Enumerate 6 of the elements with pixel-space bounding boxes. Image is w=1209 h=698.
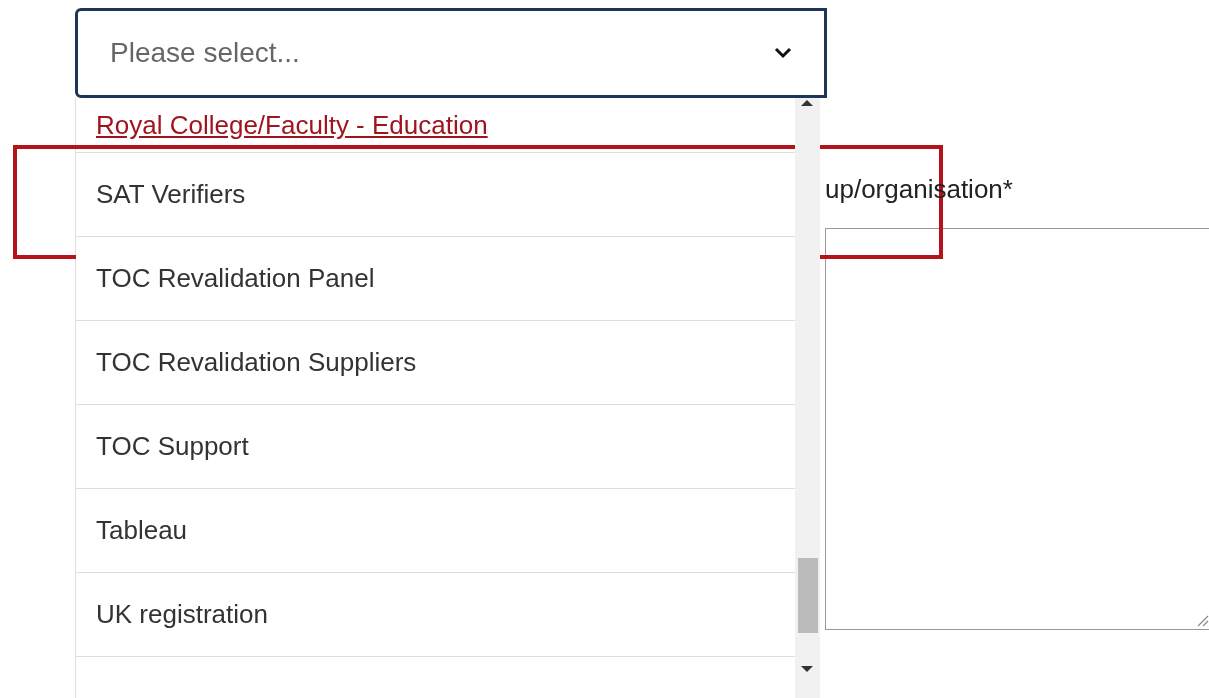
resize-handle-icon (1195, 613, 1209, 627)
text-area[interactable] (825, 228, 1209, 630)
chevron-down-icon (774, 47, 792, 59)
select-field[interactable]: Please select... (75, 8, 827, 98)
select-input[interactable]: Please select... (110, 32, 774, 74)
scrollbar[interactable] (795, 98, 820, 698)
